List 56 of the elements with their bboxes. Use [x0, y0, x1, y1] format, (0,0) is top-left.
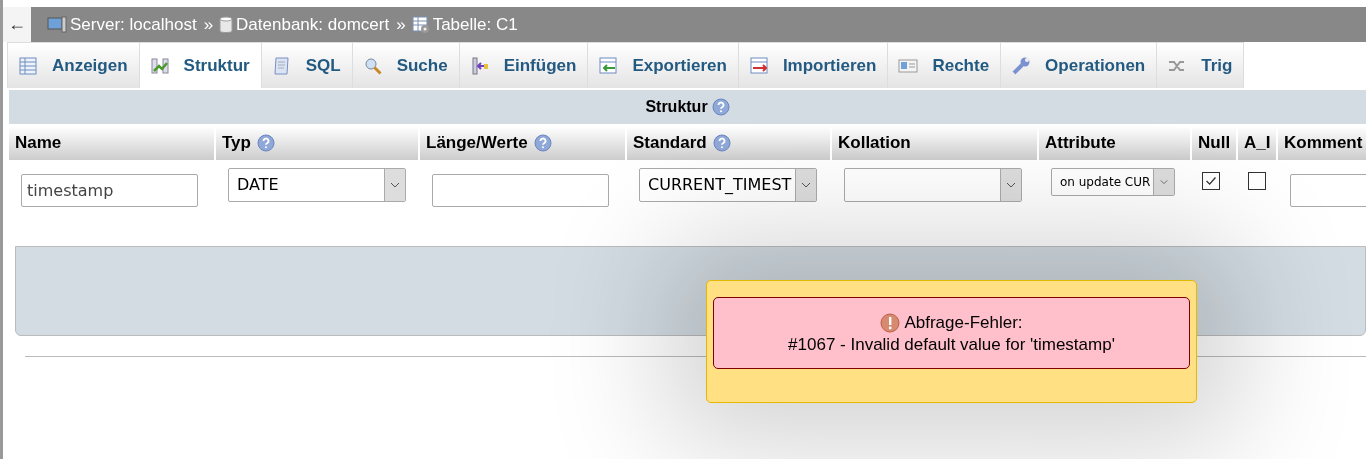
- text-field[interactable]: [432, 174, 609, 207]
- caret-icon: [1153, 169, 1174, 195]
- table-icon: [18, 55, 38, 76]
- caret-icon: [1000, 169, 1021, 201]
- tab[interactable]: Operationen: [1000, 42, 1158, 88]
- column-header: A_I: [1244, 133, 1271, 153]
- help-icon[interactable]: [533, 134, 552, 152]
- column-header: Standard: [633, 133, 707, 153]
- help-icon[interactable]: [256, 134, 275, 152]
- checkbox[interactable]: [1248, 172, 1266, 190]
- caret-icon: [795, 169, 816, 201]
- table-gear-icon: [411, 15, 430, 34]
- tab[interactable]: Trig: [1156, 42, 1245, 88]
- import-icon: [748, 55, 769, 76]
- breadcrumb-link[interactable]: Datenbank: domcert: [236, 14, 390, 35]
- search-icon: [362, 55, 383, 76]
- export-icon: [598, 55, 619, 76]
- tab[interactable]: Suche: [351, 42, 460, 88]
- breadcrumb-separator: »: [203, 14, 214, 35]
- computer-icon: [47, 15, 67, 34]
- column-header: Kollation: [838, 133, 911, 153]
- tab[interactable]: Importieren: [737, 42, 889, 88]
- error-text: #1067 - Invalid default value for 'timestamp': [787, 334, 1116, 356]
- scroll-icon: [271, 55, 292, 76]
- column-header: Attribute: [1045, 133, 1116, 153]
- tab[interactable]: Exportieren: [587, 42, 739, 88]
- back-button[interactable]: ←: [3, 7, 31, 42]
- help-icon[interactable]: [711, 98, 730, 116]
- breadcrumb-link[interactable]: Server: localhost: [70, 14, 197, 35]
- column-header: Komment: [1284, 133, 1363, 153]
- breadcrumb-separator: »: [396, 14, 406, 35]
- column-header: Null: [1198, 133, 1231, 153]
- wrench-icon: [1011, 55, 1032, 76]
- column-header: Name: [15, 133, 62, 153]
- dropdown[interactable]: DATE: [228, 168, 406, 202]
- column-header: Länge/Werte: [426, 133, 528, 153]
- database-icon: [219, 15, 234, 34]
- breadcrumb-link[interactable]: Tabelle: C1: [432, 14, 518, 35]
- checkbox[interactable]: [1202, 172, 1220, 190]
- section-title: Struktur: [645, 98, 708, 116]
- warning-icon: [880, 313, 901, 333]
- tab[interactable]: Rechte: [887, 42, 1002, 88]
- error-title: Abfrage-Fehler:: [904, 312, 1023, 334]
- caret-icon: [384, 169, 405, 201]
- tab[interactable]: Einfügen: [458, 42, 589, 88]
- tab[interactable]: Anzeigen: [7, 42, 140, 88]
- tab[interactable]: SQL: [260, 42, 353, 88]
- help-icon[interactable]: [712, 134, 731, 152]
- column-header: Typ: [222, 133, 251, 153]
- text-field[interactable]: [1290, 174, 1366, 207]
- structure-icon: [149, 55, 170, 76]
- insert-icon: [469, 55, 490, 76]
- dropdown[interactable]: CURRENT_TIMEST: [639, 168, 817, 202]
- dropdown[interactable]: on update CUR: [1051, 168, 1175, 196]
- text-field[interactable]: timestamp: [21, 174, 198, 207]
- dropdown[interactable]: [844, 168, 1022, 202]
